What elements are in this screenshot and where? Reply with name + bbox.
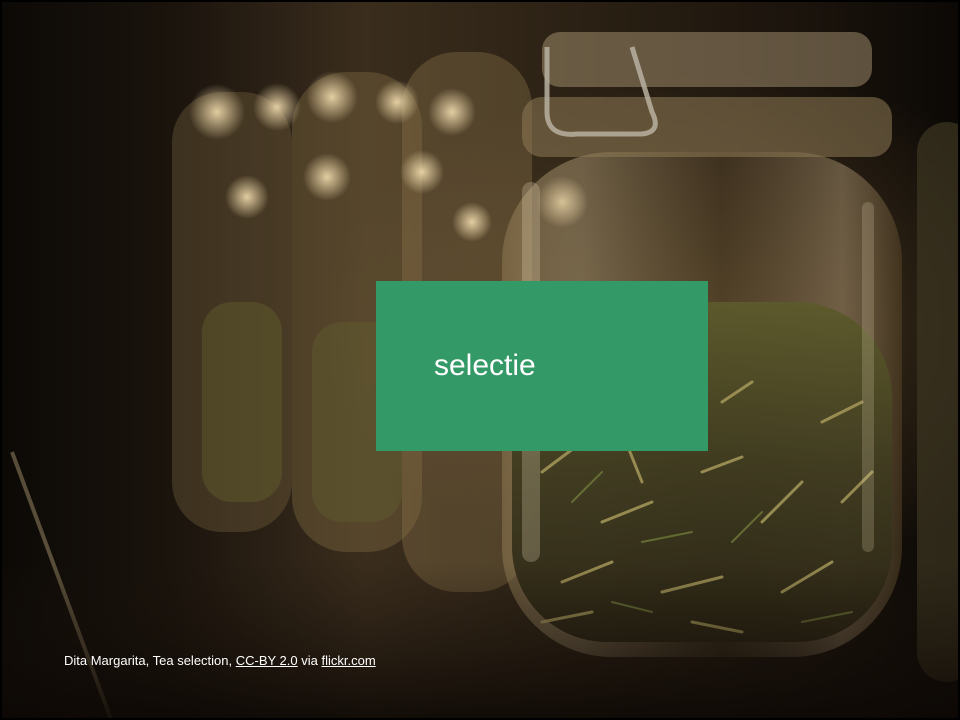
title-box: selectie: [376, 281, 708, 451]
license-link[interactable]: CC-BY 2.0: [236, 653, 298, 668]
credit-via: via: [297, 653, 322, 668]
photo-credit: Dita Margarita, Tea selection, CC-BY 2.0…: [64, 653, 376, 668]
credit-text: Dita Margarita, Tea selection,: [64, 653, 236, 668]
source-link[interactable]: flickr.com: [321, 653, 375, 668]
slide: selectie Dita Margarita, Tea selection, …: [0, 0, 960, 720]
slide-title: selectie: [434, 349, 536, 382]
